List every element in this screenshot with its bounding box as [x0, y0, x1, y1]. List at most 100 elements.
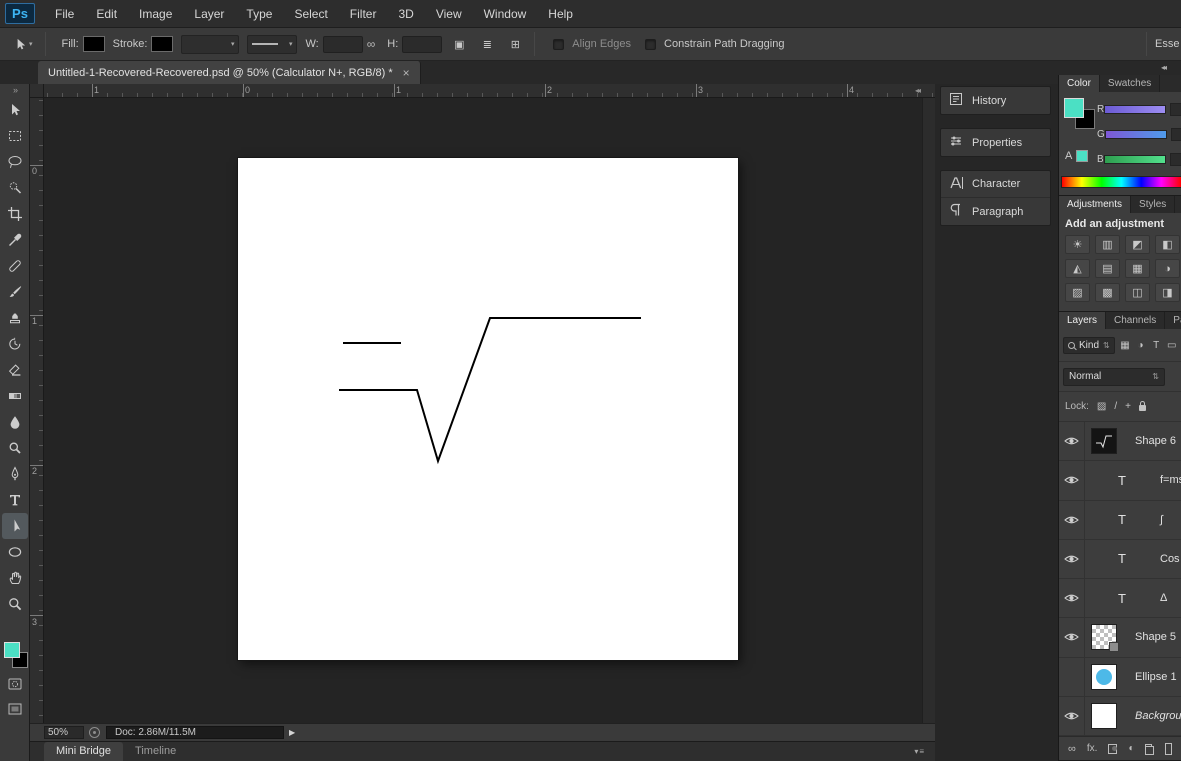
layer-row-2[interactable]: Tf=msx	[1059, 461, 1181, 501]
tab-channels[interactable]: Channels	[1106, 312, 1166, 329]
tab-adjustments[interactable]: Adjustments	[1059, 196, 1132, 213]
collapse-panels-icon[interactable]: ◂◂	[1161, 63, 1167, 72]
tool-pen[interactable]	[2, 461, 28, 487]
adjustment-channel-mixer-icon[interactable]: ▨	[1065, 283, 1090, 302]
filter-pixel-layers-icon[interactable]: ▦	[1120, 338, 1131, 353]
layer-row-8[interactable]: Background	[1059, 696, 1181, 736]
text-color-chip[interactable]	[1076, 150, 1089, 162]
filter-adjustment-layers-icon[interactable]: ◑	[1135, 338, 1146, 353]
close-tab-icon[interactable]: ×	[403, 66, 410, 80]
adjustment-hue-saturation-icon[interactable]: ▤	[1095, 259, 1120, 278]
layer-visibility-eye-icon[interactable]	[1059, 422, 1085, 461]
tab-mini-bridge[interactable]: Mini Bridge	[44, 742, 124, 761]
adjustment-exposure-icon[interactable]: ◧	[1155, 235, 1180, 254]
tab-timeline[interactable]: Timeline	[123, 742, 188, 761]
panel-button-properties[interactable]: Properties	[941, 129, 1050, 156]
new-layer-icon[interactable]	[1164, 742, 1172, 755]
menu-item-select[interactable]: Select	[283, 7, 338, 21]
filter-type-layers-icon[interactable]: T	[1151, 338, 1162, 353]
tool-eyedropper[interactable]	[2, 227, 28, 253]
toolbar-foreground-color-swatch[interactable]	[4, 642, 20, 658]
tab-paths[interactable]: Paths	[1165, 312, 1181, 329]
menu-item-window[interactable]: Window	[473, 7, 538, 21]
layer-row-7[interactable]: Ellipse 1	[1059, 657, 1181, 697]
tool-healing-brush[interactable]	[2, 253, 28, 279]
height-input[interactable]	[402, 35, 443, 53]
layer-effects-icon[interactable]: fx.	[1087, 743, 1098, 754]
channel-value-field[interactable]	[1169, 152, 1181, 166]
toolbar-collapse-icon[interactable]: »	[0, 84, 29, 97]
new-adjustment-layer-icon[interactable]: ◐	[1128, 743, 1134, 754]
vertical-scrollbar[interactable]	[922, 98, 935, 723]
tab-color[interactable]: Color	[1059, 75, 1100, 92]
channel-value-field[interactable]	[1170, 127, 1181, 141]
tool-lasso[interactable]	[2, 149, 28, 175]
add-layer-mask-icon[interactable]	[1108, 743, 1118, 754]
layer-visibility-eye-icon[interactable]	[1059, 618, 1085, 657]
panel-options-icon[interactable]: ▾≡	[914, 747, 925, 756]
adjustment-curves-icon[interactable]: ◩	[1125, 235, 1150, 254]
workspace-switcher[interactable]: Esse	[1155, 38, 1181, 50]
layer-row-6[interactable]: Shape 5	[1059, 618, 1181, 658]
path-operations-button[interactable]: ▣	[448, 34, 471, 54]
adjustment-levels-icon[interactable]: ▥	[1095, 235, 1120, 254]
menu-item-type[interactable]: Type	[235, 7, 283, 21]
layer-row-1[interactable]: Shape 6	[1059, 422, 1181, 462]
menu-item-help[interactable]: Help	[537, 7, 584, 21]
tab-styles[interactable]: Styles	[1131, 196, 1176, 213]
stroke-swatch[interactable]	[151, 36, 174, 52]
path-alignment-button[interactable]: ≣	[476, 34, 499, 54]
adjustment-invert-icon[interactable]: ◫	[1125, 283, 1150, 302]
tool-clone-stamp[interactable]	[2, 305, 28, 331]
layer-visibility-eye-icon[interactable]	[1059, 579, 1085, 618]
screen-mode-button[interactable]	[5, 699, 25, 719]
adjustment-posterize-icon[interactable]: ◨	[1155, 283, 1180, 302]
tool-blur[interactable]	[2, 409, 28, 435]
channel-slider[interactable]	[1104, 104, 1167, 114]
ruler-corner[interactable]	[30, 84, 44, 98]
lock-paint-icon[interactable]: /	[1114, 401, 1117, 412]
tool-preset-picker[interactable]: ▾	[8, 35, 37, 54]
quick-mask-button[interactable]	[5, 674, 25, 694]
width-input[interactable]	[322, 35, 363, 53]
lock-transparency-icon[interactable]: ▨	[1097, 401, 1106, 412]
new-group-icon[interactable]	[1145, 743, 1154, 755]
status-menu-arrow-icon[interactable]: ▶	[289, 728, 295, 737]
layer-row-4[interactable]: T Cos	[1059, 539, 1181, 579]
layer-visibility-eye-icon[interactable]	[1059, 696, 1085, 735]
tool-quick-selection[interactable]	[2, 175, 28, 201]
canvas-viewport[interactable]	[44, 98, 935, 723]
tool-path-selection[interactable]	[2, 513, 28, 539]
tool-zoom[interactable]	[2, 591, 28, 617]
filter-shape-layers-icon[interactable]: ▭	[1166, 338, 1177, 353]
layer-visibility-eye-icon[interactable]	[1059, 461, 1085, 500]
panel-button-history[interactable]: History	[941, 87, 1050, 114]
tab-swatches[interactable]: Swatches	[1100, 75, 1161, 92]
lock-all-icon[interactable]	[1138, 401, 1146, 411]
layer-visibility-eye-icon[interactable]	[1059, 500, 1085, 539]
tool-dodge[interactable]	[2, 435, 28, 461]
tool-brush[interactable]	[2, 279, 28, 305]
lock-position-icon[interactable]: +	[1125, 401, 1131, 412]
tool-history-brush[interactable]	[2, 331, 28, 357]
foreground-color-swatch[interactable]	[1064, 98, 1084, 118]
status-bar-icon[interactable]	[89, 727, 100, 738]
fill-swatch[interactable]	[82, 36, 105, 52]
adjustment-black-white-icon[interactable]: ◑	[1155, 259, 1180, 278]
menu-item-layer[interactable]: Layer	[183, 7, 235, 21]
layer-row-5[interactable]: TΔ	[1059, 579, 1181, 619]
tool-type[interactable]	[2, 487, 28, 513]
document-tab[interactable]: Untitled-1-Recovered-Recovered.psd @ 50%…	[38, 61, 421, 84]
channel-slider[interactable]	[1104, 129, 1167, 139]
tool-eraser[interactable]	[2, 357, 28, 383]
adjustment-color-lookup-icon[interactable]: ▩	[1095, 283, 1120, 302]
menu-item-3d[interactable]: 3D	[387, 7, 424, 21]
channel-value-field[interactable]	[1170, 102, 1181, 116]
panel-button-paragraph[interactable]: Paragraph	[941, 198, 1050, 225]
menu-item-edit[interactable]: Edit	[85, 7, 128, 21]
tab-layers[interactable]: Layers	[1059, 312, 1107, 329]
color-spectrum-bar[interactable]	[1061, 176, 1181, 188]
panel-button-character[interactable]: Character	[941, 171, 1050, 198]
tool-gradient[interactable]	[2, 383, 28, 409]
adjustment-color-balance-icon[interactable]: ▦	[1125, 259, 1150, 278]
